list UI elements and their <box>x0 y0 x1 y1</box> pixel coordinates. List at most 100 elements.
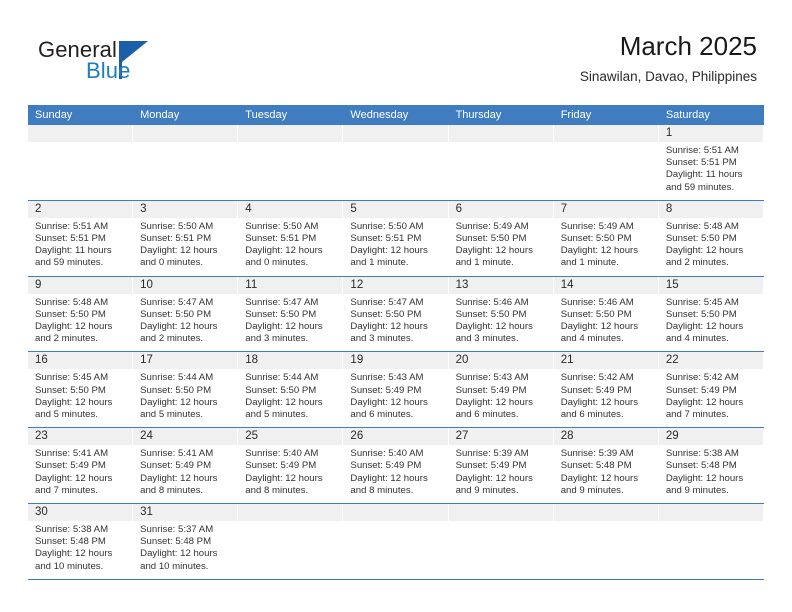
weekday-header-saturday: Saturday <box>665 109 710 121</box>
day-number-band: 15 <box>658 276 763 294</box>
calendar-day-cell[interactable]: 18 Sunrise: 5:44 AM Sunset: 5:50 PM Dayligh… <box>238 352 344 428</box>
sunset-text: Sunset: 5:50 PM <box>455 308 527 320</box>
day-number-band: 5 <box>343 200 448 218</box>
calendar-day-cell[interactable]: 21 Sunrise: 5:42 AM Sunset: 5:49 PM Dayligh… <box>553 352 659 428</box>
logo-text-blue: Blue <box>86 58 131 83</box>
day-number: 28 <box>560 430 574 443</box>
day-details: Sunrise: 5:45 AM Sunset: 5:50 PM Daylight:… <box>28 369 133 427</box>
calendar-day-cell[interactable]: 22 Sunrise: 5:42 AM Sunset: 5:49 PM Dayligh… <box>658 352 764 428</box>
calendar-day-cell[interactable]: 5 Sunrise: 5:50 AM Sunset: 5:51 PM Daylight… <box>343 200 449 276</box>
daylight-text-line2: and 7 minutes. <box>35 484 98 496</box>
calendar-day-cell[interactable]: 28 Sunrise: 5:39 AM Sunset: 5:48 PM Dayligh… <box>553 428 659 504</box>
calendar-day-cell[interactable]: 25 Sunrise: 5:40 AM Sunset: 5:49 PM Dayligh… <box>238 428 344 504</box>
daylight-text-line2: and 3 minutes. <box>245 333 309 345</box>
day-number: 12 <box>350 278 364 291</box>
calendar-day-cell[interactable]: 14 Sunrise: 5:46 AM Sunset: 5:50 PM Dayligh… <box>553 276 659 352</box>
day-number-band: 18 <box>238 352 343 370</box>
daylight-text-line2: and 9 minutes. <box>560 484 624 496</box>
day-number: 6 <box>455 202 462 215</box>
day-number: 31 <box>140 506 153 519</box>
calendar-day-cell[interactable]: 8 Sunrise: 5:48 AM Sunset: 5:50 PM Daylight… <box>658 200 764 276</box>
daylight-text-line2: and 3 minutes. <box>455 333 519 345</box>
calendar-day-cell[interactable]: 30 Sunrise: 5:38 AM Sunset: 5:48 PM Dayligh… <box>28 504 134 579</box>
day-number: 1 <box>665 127 673 139</box>
daylight-text-line2: and 6 minutes. <box>455 409 519 421</box>
sunrise-text: Sunrise: 5:37 AM <box>140 524 214 536</box>
calendar-day-cell[interactable]: 4 Sunrise: 5:50 AM Sunset: 5:51 PM Daylight… <box>238 200 344 276</box>
sunset-text: Sunset: 5:49 PM <box>665 384 737 396</box>
day-details: Sunrise: 5:44 AM Sunset: 5:50 PM Daylight:… <box>238 369 343 427</box>
day-number-band <box>448 504 553 522</box>
day-details: Sunrise: 5:46 AM Sunset: 5:50 PM Daylight:… <box>449 294 554 352</box>
daylight-text-line2: and 2 minutes. <box>665 257 729 269</box>
day-number-band: 22 <box>658 352 763 370</box>
calendar-day-cell[interactable]: 16 Sunrise: 5:45 AM Sunset: 5:50 PM Dayligh… <box>28 352 134 428</box>
sunset-text: Sunset: 5:48 PM <box>35 536 106 548</box>
calendar-day-cell[interactable]: 15 Sunrise: 5:45 AM Sunset: 5:50 PM Dayligh… <box>658 276 764 352</box>
calendar-day-cell-empty <box>238 504 344 579</box>
day-details: Sunrise: 5:44 AM Sunset: 5:50 PM Daylight:… <box>133 369 238 427</box>
sunrise-text: Sunrise: 5:41 AM <box>35 448 109 460</box>
day-details <box>343 142 448 195</box>
page-subtitle: Sinawilan, Davao, Philippines <box>579 69 757 84</box>
weekday-header-wednesday: Wednesday <box>350 109 409 121</box>
day-number-band <box>28 125 133 142</box>
day-number-band <box>658 504 763 522</box>
daylight-text-line1: Daylight: 12 hours <box>665 396 744 408</box>
calendar-day-cell[interactable]: 1 Sunrise: 5:51 AM Sunset: 5:51 PM Daylight… <box>658 125 764 200</box>
calendar-day-cell[interactable]: 27 Sunrise: 5:39 AM Sunset: 5:49 PM Dayligh… <box>448 428 554 504</box>
daylight-text-line2: and 8 minutes. <box>140 484 204 496</box>
calendar-day-cell[interactable]: 29 Sunrise: 5:38 AM Sunset: 5:48 PM Dayligh… <box>658 428 764 504</box>
sunset-text: Sunset: 5:50 PM <box>35 308 106 320</box>
calendar-day-cell[interactable]: 20 Sunrise: 5:43 AM Sunset: 5:49 PM Dayligh… <box>448 352 554 428</box>
calendar-day-cell[interactable]: 26 Sunrise: 5:40 AM Sunset: 5:49 PM Dayligh… <box>343 428 449 504</box>
calendar-day-cell[interactable]: 24 Sunrise: 5:41 AM Sunset: 5:49 PM Dayligh… <box>133 428 239 504</box>
daylight-text-line2: and 1 minute. <box>560 257 619 269</box>
day-number: 27 <box>455 430 469 443</box>
calendar-day-cell[interactable]: 17 Sunrise: 5:44 AM Sunset: 5:50 PM Dayligh… <box>133 352 239 428</box>
day-details <box>659 521 764 574</box>
calendar-table: Sunday Monday Tuesday Wednesday Thursday… <box>28 105 764 580</box>
day-number-band: 16 <box>28 352 133 370</box>
sunrise-text: Sunrise: 5:38 AM <box>35 524 109 536</box>
calendar-day-cell[interactable]: 10 Sunrise: 5:47 AM Sunset: 5:50 PM Dayligh… <box>133 276 239 352</box>
calendar-day-cell[interactable]: 7 Sunrise: 5:49 AM Sunset: 5:50 PM Daylight… <box>553 200 659 276</box>
daylight-text-line2: and 9 minutes. <box>455 484 519 496</box>
sunrise-text: Sunrise: 5:43 AM <box>350 372 424 384</box>
day-details <box>238 521 343 574</box>
day-number: 17 <box>140 354 153 367</box>
sunset-text: Sunset: 5:48 PM <box>140 536 212 548</box>
calendar-day-cell[interactable]: 2 Sunrise: 5:51 AM Sunset: 5:51 PM Daylight… <box>28 200 134 276</box>
calendar-day-cell[interactable]: 11 Sunrise: 5:47 AM Sunset: 5:50 PM Dayligh… <box>238 276 344 352</box>
daylight-text-line1: Daylight: 12 hours <box>245 321 323 333</box>
calendar-day-cell[interactable]: 19 Sunrise: 5:43 AM Sunset: 5:49 PM Dayligh… <box>343 352 449 428</box>
daylight-text-line2: and 9 minutes. <box>665 484 729 496</box>
calendar-day-cell[interactable]: 13 Sunrise: 5:46 AM Sunset: 5:50 PM Dayligh… <box>448 276 554 352</box>
calendar-day-cell[interactable]: 31 Sunrise: 5:37 AM Sunset: 5:48 PM Dayligh… <box>133 504 239 579</box>
day-number-band: 27 <box>448 428 553 446</box>
day-details: Sunrise: 5:51 AM Sunset: 5:51 PM Daylight:… <box>659 142 764 200</box>
sunset-text: Sunset: 5:50 PM <box>140 384 212 396</box>
sunset-text: Sunset: 5:50 PM <box>140 308 212 320</box>
sunset-text: Sunset: 5:50 PM <box>560 233 632 245</box>
daylight-text-line1: Daylight: 12 hours <box>140 245 218 257</box>
day-number-band: 17 <box>133 352 238 370</box>
day-number-band: 8 <box>658 200 763 218</box>
sunrise-text: Sunrise: 5:51 AM <box>665 145 739 156</box>
day-number: 23 <box>35 430 48 443</box>
sunrise-text: Sunrise: 5:40 AM <box>350 448 424 460</box>
sunrise-text: Sunrise: 5:44 AM <box>140 372 214 384</box>
sunset-text: Sunset: 5:49 PM <box>245 460 317 472</box>
calendar-day-cell[interactable]: 12 Sunrise: 5:47 AM Sunset: 5:50 PM Dayligh… <box>343 276 449 352</box>
day-number: 24 <box>140 430 153 443</box>
calendar-day-cell[interactable]: 9 Sunrise: 5:48 AM Sunset: 5:50 PM Daylight… <box>28 276 134 352</box>
calendar-day-cell[interactable]: 3 Sunrise: 5:50 AM Sunset: 5:51 PM Daylight… <box>133 200 239 276</box>
general-blue-logo: General Blue <box>38 38 198 90</box>
calendar-day-cell[interactable]: 6 Sunrise: 5:49 AM Sunset: 5:50 PM Daylight… <box>448 200 554 276</box>
day-details: Sunrise: 5:39 AM Sunset: 5:49 PM Daylight:… <box>449 445 554 503</box>
daylight-text-line1: Daylight: 12 hours <box>35 472 113 484</box>
calendar-day-cell[interactable]: 23 Sunrise: 5:41 AM Sunset: 5:49 PM Dayligh… <box>28 428 134 504</box>
sunrise-text: Sunrise: 5:50 AM <box>245 220 319 232</box>
day-number-band <box>343 504 448 522</box>
daylight-text-line2: and 8 minutes. <box>245 484 309 496</box>
